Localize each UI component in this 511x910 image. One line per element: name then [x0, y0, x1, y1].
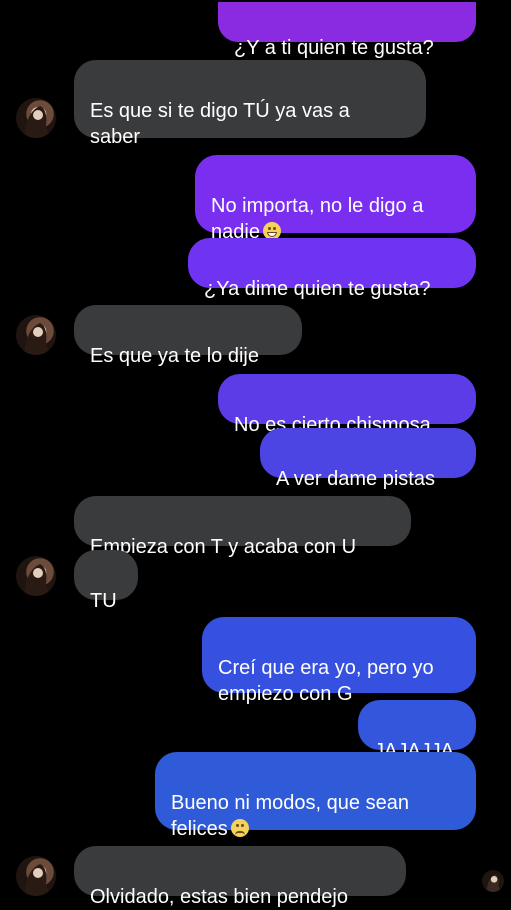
- message-text: A ver dame pistas: [276, 468, 435, 490]
- avatar-photo: [24, 564, 50, 596]
- message-text: Es que si te digo TÚ ya vas a saber: [90, 100, 350, 148]
- avatar-photo: [24, 323, 50, 355]
- contact-avatar[interactable]: [16, 98, 56, 138]
- message-text: Creí que era yo, pero yo empiezo con G: [218, 657, 434, 705]
- message-outgoing[interactable]: No importa, no le digo a nadie: [195, 155, 476, 243]
- avatar-photo: [24, 864, 50, 896]
- message-text: ¿Ya dime quien te gusta?: [204, 278, 431, 300]
- message-text: Olvidado, estas bien pendejo: [90, 886, 348, 908]
- message-incoming[interactable]: Empieza con T y acaba con U: [74, 496, 411, 558]
- message-incoming[interactable]: Olvidado, estas bien pendejo: [74, 846, 406, 908]
- contact-avatar[interactable]: [16, 856, 56, 896]
- message-outgoing[interactable]: ¿Ya dime quien te gusta?: [188, 238, 476, 300]
- contact-avatar[interactable]: [16, 556, 56, 596]
- message-incoming[interactable]: Es que ya te lo dije: [74, 305, 302, 367]
- sad-emoji-icon: [230, 819, 249, 837]
- message-text: Bueno ni modos, que sean felices: [171, 792, 409, 840]
- message-outgoing[interactable]: Creí que era yo, pero yo empiezo con G: [202, 617, 476, 705]
- avatar-photo: [24, 106, 50, 138]
- message-outgoing[interactable]: A ver dame pistas: [260, 428, 476, 490]
- message-outgoing[interactable]: JAJAJJA: [358, 700, 476, 762]
- avatar-photo: [482, 870, 504, 892]
- message-incoming[interactable]: Es que si te digo TÚ ya vas a saber: [74, 60, 426, 148]
- contact-avatar[interactable]: [16, 315, 56, 355]
- read-receipt-avatar: [482, 870, 504, 892]
- message-outgoing[interactable]: Bueno ni modos, que sean felices: [155, 752, 476, 840]
- message-text: TU: [90, 590, 117, 612]
- message-incoming[interactable]: TU: [74, 550, 138, 612]
- message-text: Es que ya te lo dije: [90, 345, 259, 367]
- message-outgoing[interactable]: ¿Y a ti quien te gusta?: [218, 2, 476, 59]
- message-outgoing[interactable]: No es cierto chismosa: [218, 374, 476, 436]
- message-text: No importa, no le digo a nadie: [211, 195, 424, 243]
- message-text: ¿Y a ti quien te gusta?: [234, 37, 434, 59]
